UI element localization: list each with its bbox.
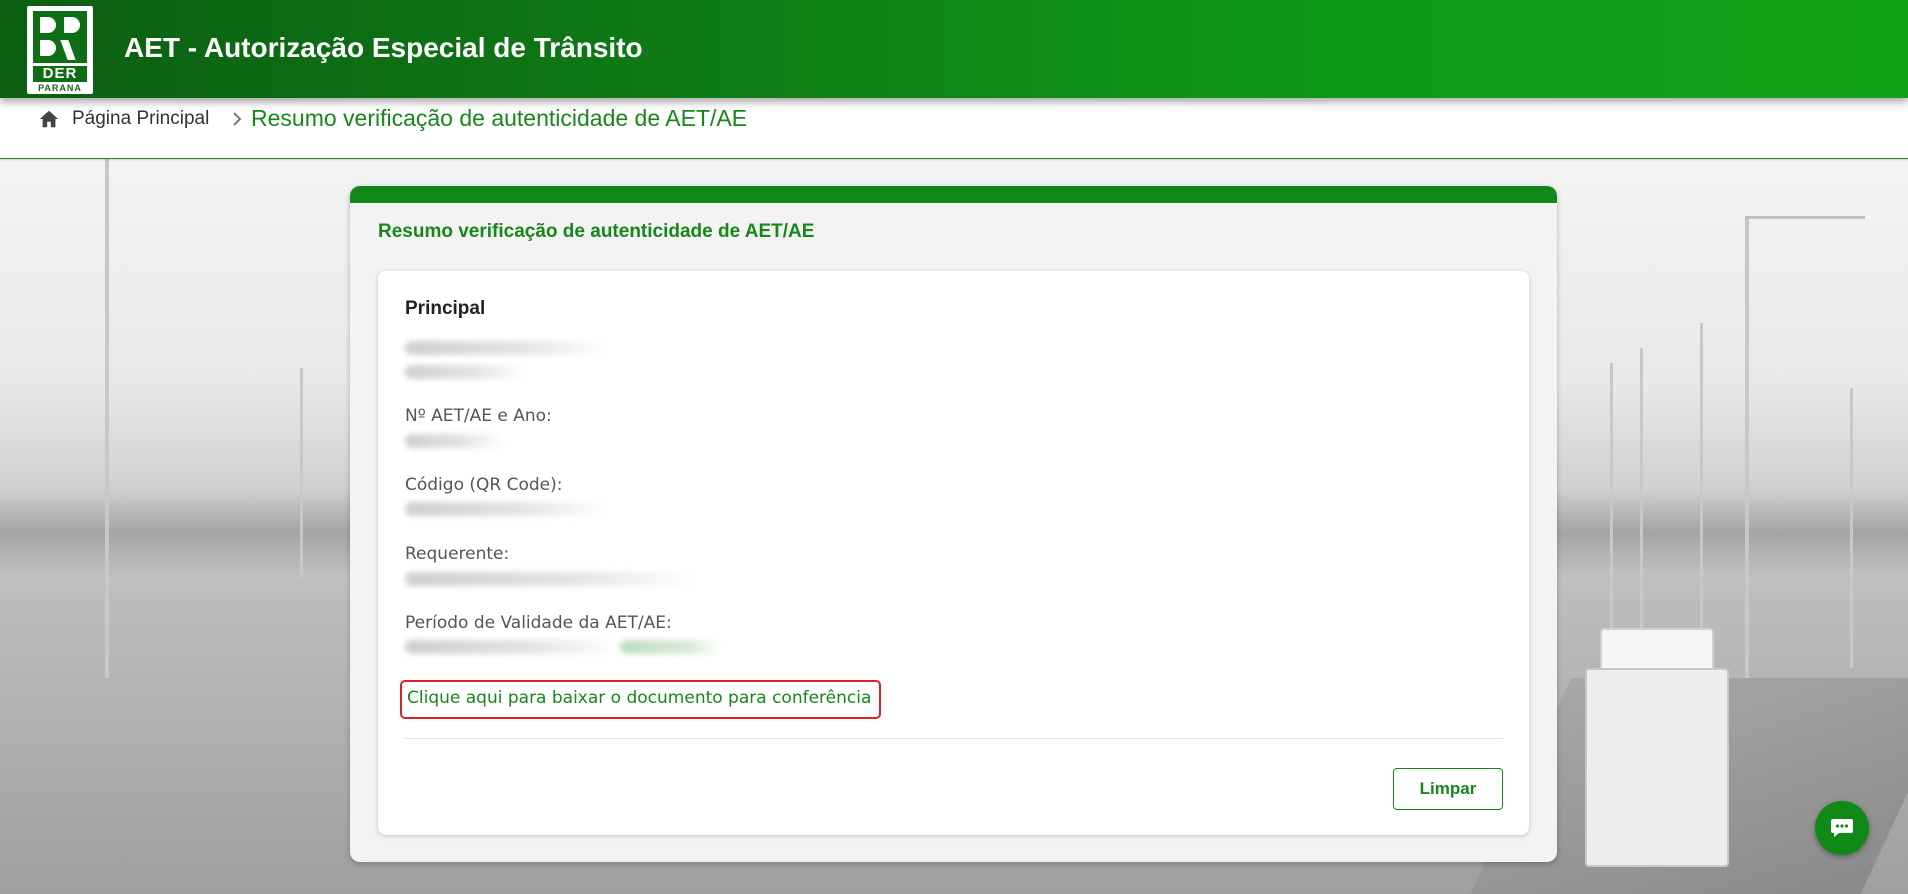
chat-button[interactable] (1815, 801, 1869, 855)
requester-value (405, 572, 695, 586)
panel-header-stripe (350, 186, 1557, 203)
panel-title: Resumo verificação de autenticidade de A… (378, 221, 815, 242)
chevron-right-icon (233, 112, 242, 126)
validity-period-value (405, 640, 620, 654)
chat-bubble-icon (1831, 819, 1853, 837)
home-icon[interactable] (38, 108, 60, 130)
qr-code-label: Código (QR Code): (405, 475, 563, 495)
requester-label: Requerente: (405, 544, 510, 564)
der-parana-logo[interactable]: DER PARANA (27, 6, 93, 94)
logo-parana-text: PARANA (38, 83, 82, 93)
breadcrumb-home-link[interactable]: Página Principal (72, 106, 209, 132)
clear-button[interactable]: Limpar (1393, 768, 1503, 810)
validity-period-label: Período de Validade da AET/AE: (405, 613, 672, 633)
verification-panel: Resumo verificação de autenticidade de A… (350, 186, 1557, 862)
redacted-value (405, 341, 605, 355)
breadcrumb-current: Resumo verificação de autenticidade de A… (251, 105, 748, 131)
summary-card: Principal Nº AET/AE e Ano: Código (QR Co… (378, 271, 1529, 835)
app-title: AET - Autorização Especial de Trânsito (124, 32, 643, 63)
qr-code-value (405, 502, 605, 516)
divider (405, 738, 1503, 739)
redacted-value (405, 365, 525, 379)
aet-number-value (405, 434, 505, 448)
download-document-link[interactable]: Clique aqui para baixar o documento para… (400, 680, 882, 719)
logo-der-text: DER (33, 66, 87, 82)
aet-number-label: Nº AET/AE e Ano: (405, 406, 552, 426)
top-header: DER PARANA AET - Autorização Especial de… (0, 0, 1908, 98)
section-title: Principal (405, 298, 486, 319)
validity-status-value (620, 640, 720, 654)
breadcrumb: Página Principal Resumo verificação de a… (0, 98, 1908, 159)
